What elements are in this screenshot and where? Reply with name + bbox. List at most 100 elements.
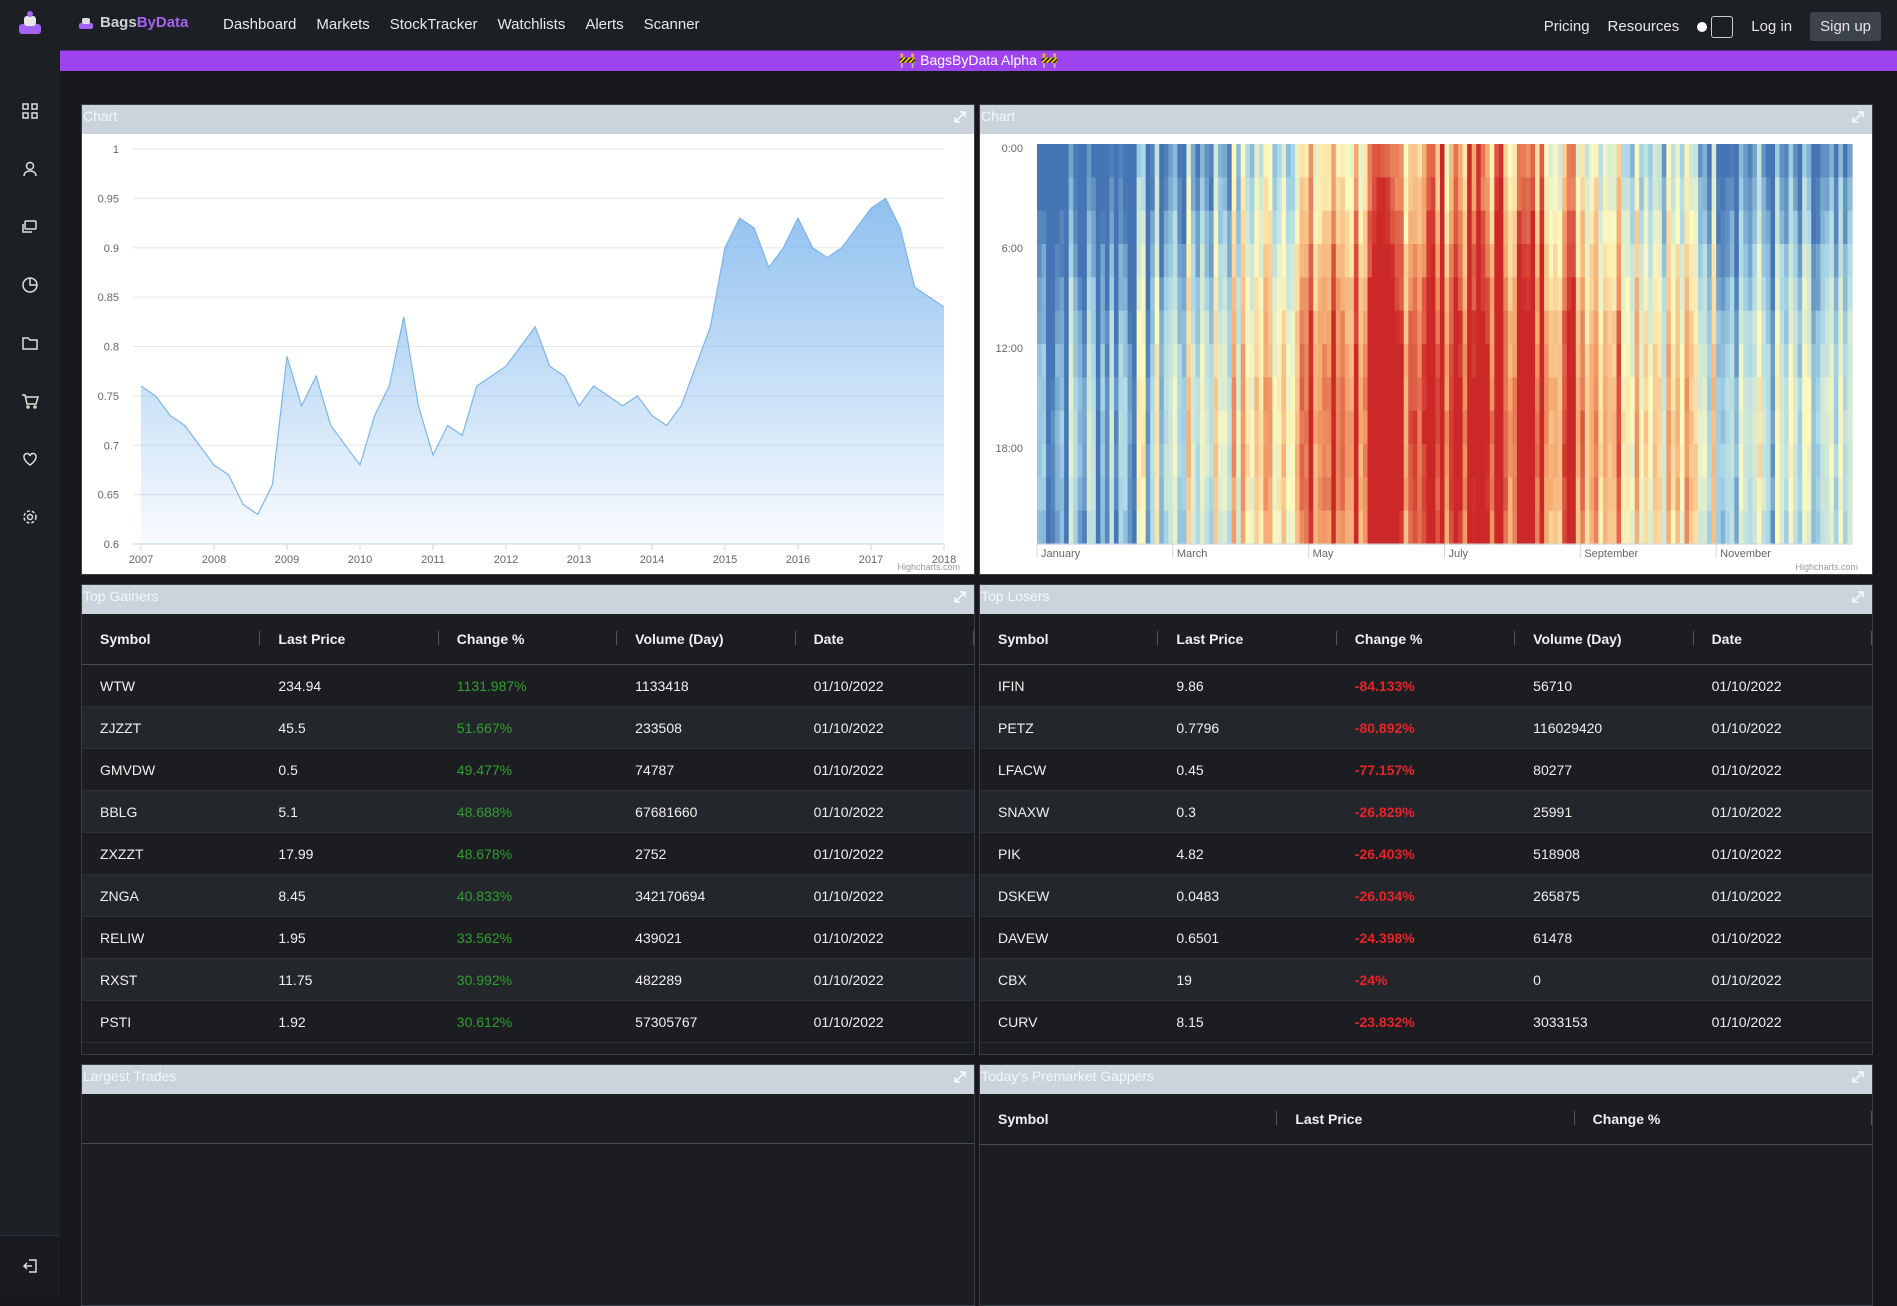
brand[interactable]: BagsByData xyxy=(78,14,188,31)
nav-pricing[interactable]: Pricing xyxy=(1544,18,1590,35)
expand-icon[interactable] xyxy=(954,591,966,603)
table-row[interactable]: PETZ0.7796-80.892%11602942001/10/2022 xyxy=(980,707,1872,749)
heatmap-cell xyxy=(1155,377,1160,411)
logout-icon[interactable] xyxy=(18,1254,42,1278)
heatmap-cell xyxy=(1119,177,1124,211)
heatmap-cell xyxy=(1562,444,1567,478)
table-row[interactable]: DSKEW0.0483-26.034%26587501/10/2022 xyxy=(980,875,1872,917)
heatmap-cell xyxy=(1417,144,1422,178)
column-header[interactable]: Symbol xyxy=(82,614,260,665)
table-row[interactable]: ZXZZT17.9948.678%275201/10/2022 xyxy=(82,833,974,875)
column-header[interactable]: Last Price xyxy=(1158,614,1336,665)
heatmap-cell xyxy=(1327,511,1332,545)
expand-icon[interactable] xyxy=(954,111,966,123)
heatmap-cell xyxy=(1820,411,1825,445)
heatmap-cell xyxy=(1553,444,1558,478)
user-icon[interactable] xyxy=(18,157,42,181)
table-row[interactable]: ZNGA8.4540.833%34217069401/10/2022 xyxy=(82,875,974,917)
column-header[interactable]: Symbol xyxy=(980,1094,1277,1145)
expand-icon[interactable] xyxy=(1852,591,1864,603)
table-row[interactable]: RELIW1.9533.562%43902101/10/2022 xyxy=(82,917,974,959)
folder-icon[interactable] xyxy=(18,331,42,355)
panel-header: Chart xyxy=(82,105,974,134)
chart-credit[interactable]: Highcharts.com xyxy=(897,562,960,572)
heatmap-cell xyxy=(1485,244,1490,278)
table-row[interactable]: RXST11.7530.992%48228901/10/2022 xyxy=(82,959,974,1001)
nav-watchlists[interactable]: Watchlists xyxy=(498,16,566,33)
pie-chart-icon[interactable] xyxy=(18,273,42,297)
heatmap-cell xyxy=(1549,277,1554,311)
table-row[interactable]: CURV8.15-23.832%303315301/10/2022 xyxy=(980,1001,1872,1043)
heatmap-cell xyxy=(1748,211,1753,245)
heatmap-cell xyxy=(1227,211,1232,245)
column-header[interactable]: Change % xyxy=(1337,614,1515,665)
heatmap-cell xyxy=(1372,244,1377,278)
heatmap-cell xyxy=(1508,344,1513,378)
expand-icon[interactable] xyxy=(954,1071,966,1083)
heatmap-cell xyxy=(1214,377,1219,411)
heatmap-cell xyxy=(1254,411,1259,445)
gear-icon[interactable] xyxy=(18,505,42,529)
nav-resources[interactable]: Resources xyxy=(1608,18,1680,35)
column-header[interactable]: Volume (Day) xyxy=(1515,614,1693,665)
heatmap-cell xyxy=(1349,144,1354,178)
expand-icon[interactable] xyxy=(1852,1071,1864,1083)
table-row[interactable]: IFIN9.86-84.133%5671001/10/2022 xyxy=(980,665,1872,707)
table-row[interactable]: WTW234.941131.987%113341801/10/2022 xyxy=(82,665,974,707)
column-header[interactable]: Date xyxy=(796,614,974,665)
heatmap-cell xyxy=(1114,277,1119,311)
heatmap-cell xyxy=(1381,277,1386,311)
column-header[interactable]: Last Price xyxy=(1277,1094,1574,1145)
cart-icon[interactable] xyxy=(18,389,42,413)
signup-button[interactable]: Sign up xyxy=(1810,12,1881,41)
chat-icon[interactable] xyxy=(18,215,42,239)
nav-alerts[interactable]: Alerts xyxy=(585,16,623,33)
column-header[interactable]: Change % xyxy=(1575,1094,1872,1145)
nav-markets[interactable]: Markets xyxy=(316,16,369,33)
heatmap-cell xyxy=(1789,277,1794,311)
heatmap-cell xyxy=(1300,311,1305,345)
theme-toggle[interactable] xyxy=(1697,16,1733,38)
table-row[interactable]: PSTI1.9230.612%5730576701/10/2022 xyxy=(82,1001,974,1043)
logo-icon[interactable] xyxy=(15,10,45,38)
nav-scanner[interactable]: Scanner xyxy=(644,16,700,33)
heatmap-cell xyxy=(1544,344,1549,378)
table-row[interactable]: BBLG5.148.688%6768166001/10/2022 xyxy=(82,791,974,833)
heatmap-cell xyxy=(1766,344,1771,378)
chart-credit[interactable]: Highcharts.com xyxy=(1795,562,1858,572)
heatmap-cell xyxy=(1091,377,1096,411)
table-row[interactable]: PIK4.82-26.403%51890801/10/2022 xyxy=(980,833,1872,875)
nav-stocktracker[interactable]: StockTracker xyxy=(390,16,478,33)
nav-dashboard[interactable]: Dashboard xyxy=(223,16,296,33)
heatmap-cell xyxy=(1109,411,1114,445)
column-header[interactable]: Last Price xyxy=(260,614,438,665)
column-header[interactable]: Change % xyxy=(439,614,617,665)
heatmap-cell xyxy=(1725,211,1730,245)
login-link[interactable]: Log in xyxy=(1751,18,1792,35)
table-row[interactable]: GMVDW0.549.477%7478701/10/2022 xyxy=(82,749,974,791)
heart-icon[interactable] xyxy=(18,447,42,471)
table-row[interactable]: DAVEW0.6501-24.398%6147801/10/2022 xyxy=(980,917,1872,959)
column-header[interactable]: Date xyxy=(1694,614,1872,665)
heatmap-cell xyxy=(1535,377,1540,411)
heatmap-cell xyxy=(1476,311,1481,345)
expand-icon[interactable] xyxy=(1852,111,1864,123)
heatmap-cell xyxy=(1594,377,1599,411)
column-header[interactable]: Symbol xyxy=(980,614,1158,665)
table-row[interactable]: SNAXW0.3-26.829%2599101/10/2022 xyxy=(980,791,1872,833)
heatmap-cell xyxy=(1662,511,1667,545)
column-header[interactable]: Volume (Day) xyxy=(617,614,795,665)
heatmap-cell xyxy=(1060,444,1065,478)
table-row[interactable]: CBX19-24%001/10/2022 xyxy=(980,959,1872,1001)
heatmap-cell xyxy=(1082,477,1087,511)
grid-icon[interactable] xyxy=(18,99,42,123)
heatmap-cell xyxy=(1707,277,1712,311)
heatmap-cell xyxy=(1671,211,1676,245)
heatmap-cell xyxy=(1150,144,1155,178)
heatmap-cell xyxy=(1078,311,1083,345)
heatmap-cell xyxy=(1304,477,1309,511)
change-cell: -24% xyxy=(1337,959,1515,1001)
table-row[interactable]: ZJZZT45.551.667%23350801/10/2022 xyxy=(82,707,974,749)
table-row[interactable]: LFACW0.45-77.157%8027701/10/2022 xyxy=(980,749,1872,791)
heatmap-cell xyxy=(1277,277,1282,311)
